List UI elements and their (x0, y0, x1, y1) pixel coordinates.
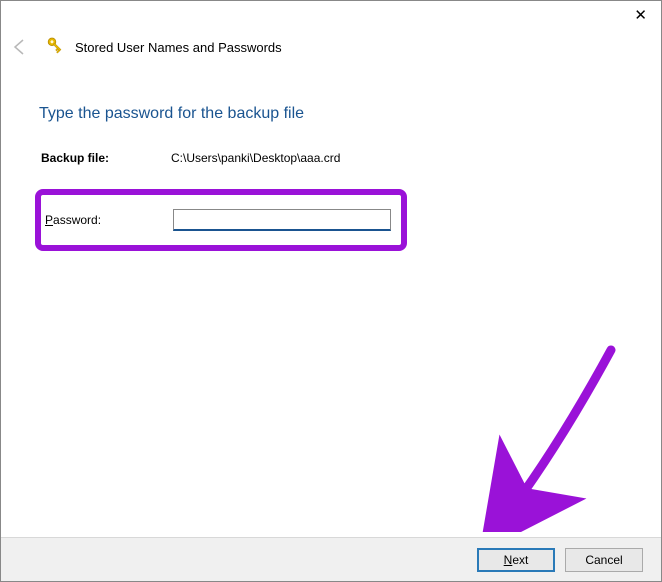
password-label: Password: (45, 213, 173, 227)
key-icon (41, 36, 63, 58)
wizard-heading: Type the password for the backup file (39, 105, 623, 123)
wizard-header: Stored User Names and Passwords (1, 29, 661, 65)
close-icon[interactable]: ✕ (634, 6, 647, 24)
titlebar: ✕ (1, 1, 661, 29)
backup-file-path: C:\Users\panki\Desktop\aaa.crd (171, 151, 340, 165)
annotation-arrow-icon (451, 342, 621, 537)
backup-file-label: Backup file: (41, 151, 171, 165)
wizard-header-title: Stored User Names and Passwords (75, 40, 282, 55)
wizard-window: ✕ Stored User Names and Passwords Type t… (0, 0, 662, 582)
next-button[interactable]: Next (477, 548, 555, 572)
back-arrow-icon[interactable] (11, 38, 29, 56)
cancel-button[interactable]: Cancel (565, 548, 643, 572)
wizard-content: Type the password for the backup file Ba… (1, 65, 661, 537)
backup-file-row: Backup file: C:\Users\panki\Desktop\aaa.… (41, 151, 623, 165)
wizard-footer: Next Cancel (1, 537, 661, 581)
password-input[interactable] (173, 209, 391, 231)
password-highlight: Password: (35, 189, 407, 251)
